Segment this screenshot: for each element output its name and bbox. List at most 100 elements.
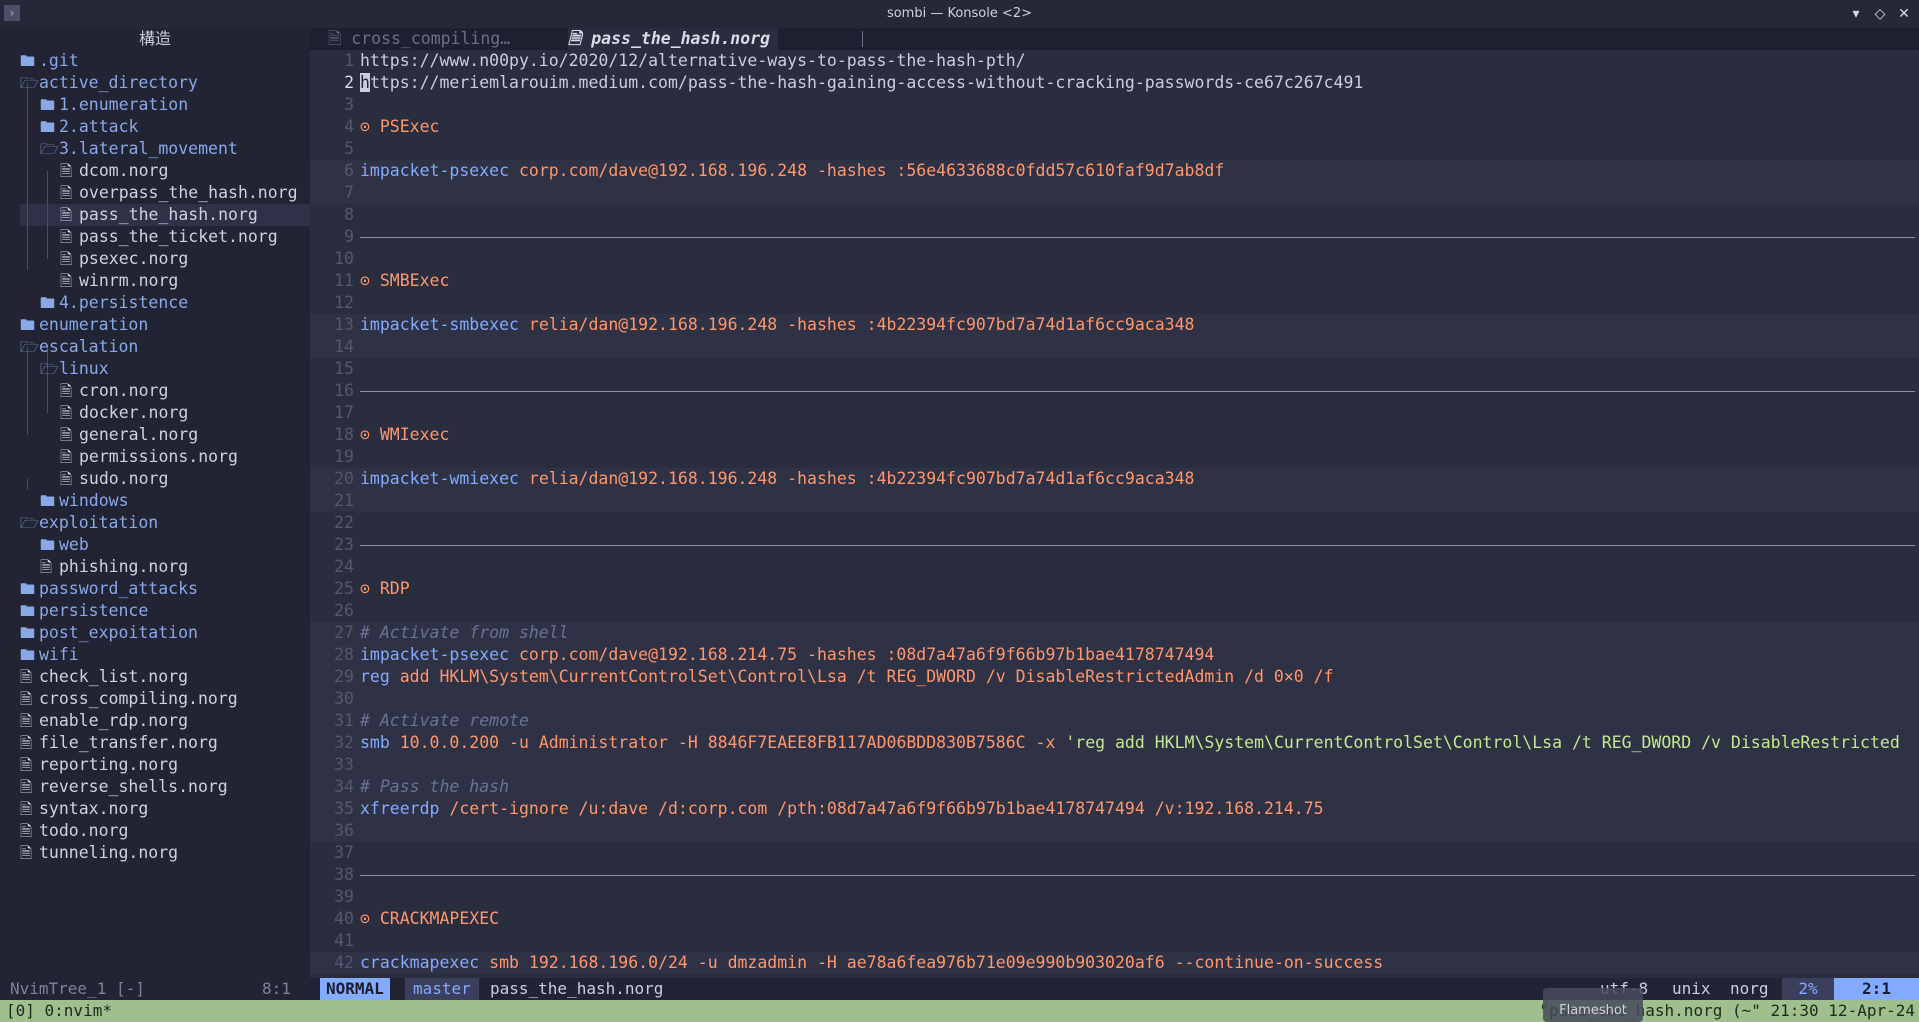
tree-folder[interactable]: 🗁escalation	[20, 336, 138, 358]
tree-folder[interactable]: 🖿 enumeration	[20, 314, 148, 336]
editor-line[interactable]: 13 impacket-smbexec relia/dan@192.168.196…	[310, 314, 1919, 336]
tree-file[interactable]: 🗎 dcom.norg	[60, 160, 168, 182]
file-icon: 🗎	[20, 668, 33, 686]
editor-line[interactable]: 17	[310, 402, 1919, 424]
editor-line[interactable]: 3	[310, 94, 1919, 116]
editor-line[interactable]: 18 ⊙ WMIexec	[310, 424, 1919, 446]
tree-folder[interactable]: 🖿 windows	[40, 490, 129, 512]
tree-file[interactable]: 🗎 file_transfer.norg	[20, 732, 218, 754]
editor-line[interactable]: 5	[310, 138, 1919, 160]
tree-folder[interactable]: 🖿 password_attacks	[20, 578, 198, 600]
editor-line[interactable]: 11 ⊙ SMBExec	[310, 270, 1919, 292]
editor-line[interactable]: 40 ⊙ CRACKMAPEXEC	[310, 908, 1919, 930]
tree-file[interactable]: 🗎 reporting.norg	[20, 754, 178, 776]
close-icon[interactable]: ✕	[1894, 4, 1914, 24]
tree-folder[interactable]: 🗁active_directory	[20, 72, 198, 94]
editor-line[interactable]: 1 https://www.n00py.io/2020/12/alternativ…	[310, 50, 1919, 72]
editor-line[interactable]: 22	[310, 512, 1919, 534]
editor-line[interactable]: 29 reg add HKLM\System\CurrentControlSet\…	[310, 666, 1919, 688]
code-token: relia/dan@192.168.196.248 -hashes :4b223…	[518, 469, 1195, 488]
editor-line[interactable]: 19	[310, 446, 1919, 468]
editor-line[interactable]: 35 xfreerdp /cert-ignore /u:dave /d:corp.…	[310, 798, 1919, 820]
tree-folder[interactable]: 🖿 4.persistence	[40, 292, 188, 314]
editor-line[interactable]: 32 smb 10.0.0.200 -u Administrator -H 884…	[310, 732, 1919, 754]
tree-folder[interactable]: 🗁exploitation	[20, 512, 158, 534]
tab-line: 🗎 cross_compiling… 🗎 pass_the_hash.norg	[310, 28, 1919, 50]
tree-folder[interactable]: 🖿 1.enumeration	[40, 94, 188, 116]
editor-line[interactable]: 16	[310, 380, 1919, 402]
line-number: 36	[334, 821, 354, 840]
editor-line[interactable]: 26	[310, 600, 1919, 622]
tree-file[interactable]: 🗎 phishing.norg	[40, 556, 188, 578]
editor-line[interactable]: 14	[310, 336, 1919, 358]
tree-file[interactable]: 🗎 reverse_shells.norg	[20, 776, 228, 798]
tree-file[interactable]: 🗎 cron.norg	[60, 380, 168, 402]
tree-file[interactable]: 🗎 permissions.norg	[60, 446, 238, 468]
tree-folder[interactable]: 🖿 .git	[20, 50, 79, 72]
folder-icon: 🖿	[40, 96, 56, 114]
editor-line[interactable]: 34 # Pass the hash	[310, 776, 1919, 798]
editor-line[interactable]: 15	[310, 358, 1919, 380]
editor-line[interactable]: 36	[310, 820, 1919, 842]
tree-file[interactable]: 🗎 overpass_the_hash.norg	[60, 182, 298, 204]
folder-icon: 🖿	[40, 492, 56, 510]
tree-file[interactable]: 🗎 check_list.norg	[20, 666, 188, 688]
tab-pass-the-hash[interactable]: 🗎 pass_the_hash.norg	[568, 28, 779, 50]
tree-file[interactable]: 🗎 enable_rdp.norg	[20, 710, 188, 732]
tree-file[interactable]: 🗎 pass_the_hash.norg	[60, 204, 258, 226]
tmux-window-list[interactable]: [0] 0:nvim*	[6, 1000, 112, 1022]
editor-line[interactable]: 24	[310, 556, 1919, 578]
editor-line[interactable]: 23	[310, 534, 1919, 556]
editor-line[interactable]: 41	[310, 930, 1919, 952]
editor-line[interactable]: 42 crackmapexec smb 192.168.196.0/24 -u d…	[310, 952, 1919, 974]
minimize-icon[interactable]: ▾	[1846, 4, 1866, 24]
editor-line[interactable]: 31 # Activate remote	[310, 710, 1919, 732]
tree-file[interactable]: 🗎 syntax.norg	[20, 798, 148, 820]
editor-line[interactable]: 27 # Activate from shell	[310, 622, 1919, 644]
tree-file[interactable]: 🗎 cross_compiling.norg	[20, 688, 238, 710]
maximize-icon[interactable]: ◇	[1870, 4, 1890, 24]
tree-item-label: phishing.norg	[59, 557, 189, 576]
tree-folder[interactable]: 🖿 wifi	[20, 644, 79, 666]
editor-line[interactable]: 39	[310, 886, 1919, 908]
tree-item-label: reporting.norg	[39, 755, 179, 774]
editor-buffer[interactable]: 1 https://www.n00py.io/2020/12/alternativ…	[310, 50, 1919, 978]
editor-line[interactable]: 38	[310, 864, 1919, 886]
tab-cross-compiling[interactable]: 🗎 cross_compiling…	[328, 28, 510, 50]
editor-line[interactable]: 4 ⊙ PSExec	[310, 116, 1919, 138]
tree-folder[interactable]: 🖿 web	[40, 534, 89, 556]
tree-item-label: wifi	[39, 645, 79, 664]
editor-line[interactable]: 6 impacket-psexec corp.com/dave@192.168.1…	[310, 160, 1919, 182]
tree-folder[interactable]: 🖿 post_expoitation	[20, 622, 198, 644]
editor-line[interactable]: 21	[310, 490, 1919, 512]
editor-line[interactable]: 28 impacket-psexec corp.com/dave@192.168.…	[310, 644, 1919, 666]
editor-line[interactable]: 30	[310, 688, 1919, 710]
tree-file[interactable]: 🗎 sudo.norg	[60, 468, 168, 490]
tree-file[interactable]: 🗎 general.norg	[60, 424, 198, 446]
editor-line[interactable]: 12	[310, 292, 1919, 314]
editor-line[interactable]: 37	[310, 842, 1919, 864]
editor-line[interactable]: 2 https://meriemlarouim.medium.com/pass-t…	[310, 72, 1919, 94]
editor-line[interactable]: 20 impacket-wmiexec relia/dan@192.168.196…	[310, 468, 1919, 490]
editor-line[interactable]: 8	[310, 204, 1919, 226]
tree-item-label: permissions.norg	[79, 447, 238, 466]
editor-line[interactable]: 33	[310, 754, 1919, 776]
tree-file[interactable]: 🗎 tunneling.norg	[20, 842, 178, 864]
editor-line[interactable]: 9	[310, 226, 1919, 248]
tree-file[interactable]: 🗎 docker.norg	[60, 402, 188, 424]
editor-line[interactable]: 10	[310, 248, 1919, 270]
tree-folder[interactable]: 🗁3.lateral_movement	[40, 138, 238, 160]
file-icon: 🗎	[20, 800, 33, 818]
editor-line[interactable]: 25 ⊙ RDP	[310, 578, 1919, 600]
flameshot-overlay[interactable]: Flameshot	[1543, 988, 1643, 1022]
tree-folder[interactable]: 🖿 persistence	[20, 600, 148, 622]
line-number: 25	[334, 579, 354, 598]
tree-file[interactable]: 🗎 todo.norg	[20, 820, 128, 842]
tree-folder[interactable]: 🖿 2.attack	[40, 116, 138, 138]
editor-line[interactable]: 7	[310, 182, 1919, 204]
tree-file[interactable]: 🗎 pass_the_ticket.norg	[60, 226, 278, 248]
tree-item-label: file_transfer.norg	[39, 733, 218, 752]
tree-file[interactable]: 🗎 winrm.norg	[60, 270, 178, 292]
tree-file[interactable]: 🗎 psexec.norg	[60, 248, 188, 270]
tree-folder[interactable]: 🗁linux	[40, 358, 109, 380]
